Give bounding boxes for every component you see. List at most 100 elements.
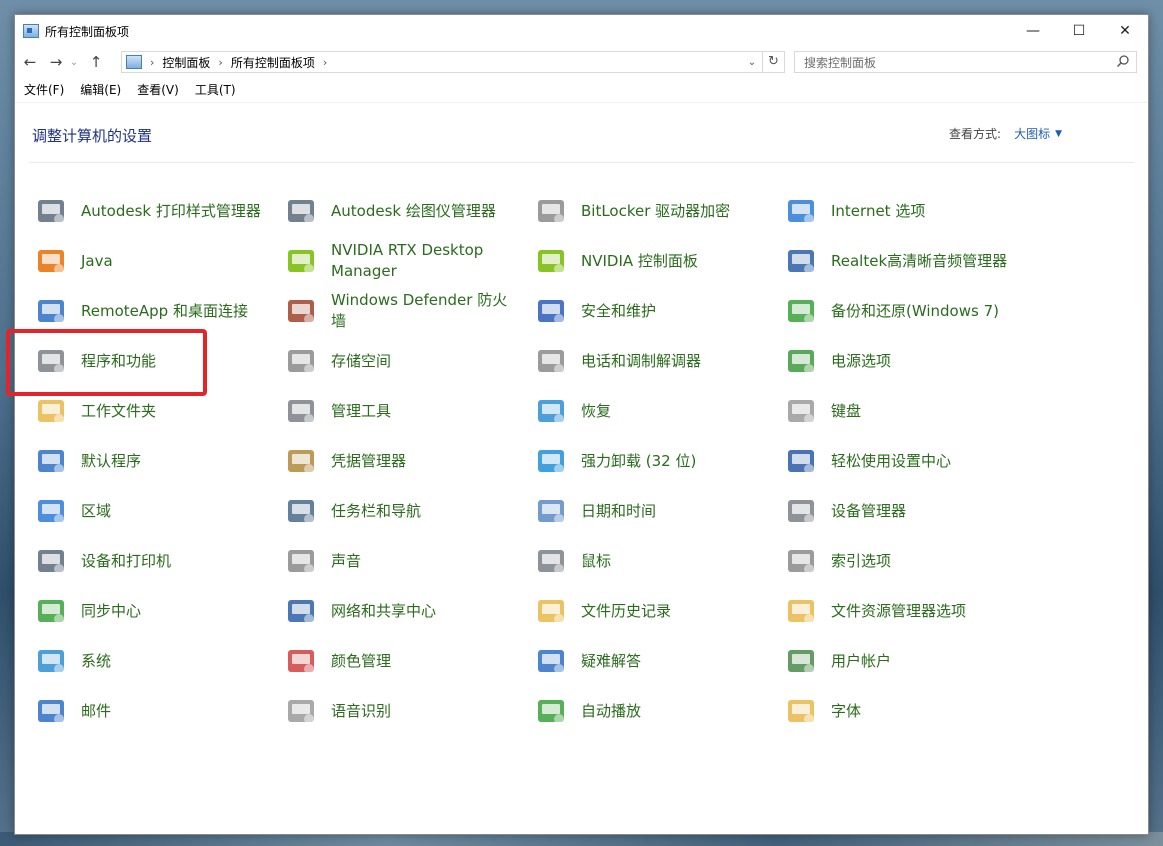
control-panel-item[interactable]: Internet 选项 [779,188,1019,234]
search-input[interactable]: 搜索控制面板 [794,51,1137,73]
sync-center-icon [33,593,69,629]
window-controls: — ☐ ✕ [1010,15,1148,47]
control-panel-window: 所有控制面板项 — ☐ ✕ ← → ⌄ ↑ › 控制面板 › 所有控制面板项 ›… [14,14,1149,835]
forward-button[interactable]: → [45,51,67,73]
control-panel-item[interactable]: 字体 [779,688,1019,734]
control-panel-item[interactable]: 系统 [29,638,269,684]
close-button[interactable]: ✕ [1102,15,1148,47]
address-bar[interactable]: › 控制面板 › 所有控制面板项 › ⌄ ↻ [121,51,785,73]
control-panel-item[interactable]: 安全和维护 [529,288,769,334]
control-panel-item[interactable]: NVIDIA RTX Desktop Manager [279,238,519,284]
control-panel-item[interactable]: 鼠标 [529,538,769,584]
sound-icon [283,543,319,579]
control-panel-item[interactable]: 默认程序 [29,438,269,484]
item-label: 鼠标 [581,551,612,570]
menu-file[interactable]: 文件(F) [24,81,64,98]
menu-edit[interactable]: 编辑(E) [80,81,121,98]
minimize-button[interactable]: — [1010,15,1056,47]
control-panel-item[interactable]: 电话和调制解调器 [529,338,769,384]
control-panel-item[interactable]: Realtek高清晰音频管理器 [779,238,1019,284]
caret-down-icon[interactable]: ▼ [1055,129,1062,139]
item-label: 颜色管理 [331,651,392,670]
control-panel-item[interactable]: 网络和共享中心 [279,588,519,634]
control-panel-item[interactable]: BitLocker 驱动器加密 [529,188,769,234]
control-panel-item[interactable]: 自动播放 [529,688,769,734]
item-label: 同步中心 [81,601,142,620]
control-panel-item[interactable]: 存储空间 [279,338,519,384]
control-panel-item[interactable]: 任务栏和导航 [279,488,519,534]
control-panel-item[interactable]: 语音识别 [279,688,519,734]
speech-recognition-icon [283,693,319,729]
item-label: 默认程序 [81,451,142,470]
navigation-bar: ← → ⌄ ↑ › 控制面板 › 所有控制面板项 › ⌄ ↻ 搜索控制面板 [15,47,1148,77]
item-label: 安全和维护 [581,301,657,320]
item-label: 恢复 [581,401,612,420]
credential-manager-icon [283,443,319,479]
control-panel-item[interactable]: 同步中心 [29,588,269,634]
control-panel-item[interactable]: 文件资源管理器选项 [779,588,1019,634]
control-panel-item[interactable]: NVIDIA 控制面板 [529,238,769,284]
ease-of-access-icon [783,443,819,479]
item-label: 区域 [81,501,112,520]
control-panel-item[interactable]: 区域 [29,488,269,534]
control-panel-item[interactable]: 程序和功能 [29,338,269,384]
admin-tools-icon [283,393,319,429]
control-panel-item[interactable]: 设备管理器 [779,488,1019,534]
control-panel-item[interactable]: 索引选项 [779,538,1019,584]
item-label: 备份和还原(Windows 7) [831,301,999,320]
chevron-down-icon[interactable]: ⌄ [742,57,762,68]
control-panel-item[interactable]: 文件历史记录 [529,588,769,634]
maximize-button[interactable]: ☐ [1056,15,1102,47]
view-by-dropdown[interactable]: 大图标 [1014,125,1050,142]
control-panel-item[interactable]: 颜色管理 [279,638,519,684]
menu-view[interactable]: 查看(V) [137,81,179,98]
java-icon [33,243,69,279]
item-label: 自动播放 [581,701,642,720]
item-label: Internet 选项 [831,201,926,220]
programs-features-icon [33,343,69,379]
back-button[interactable]: ← [19,51,41,73]
menu-tools[interactable]: 工具(T) [195,81,236,98]
title-bar[interactable]: 所有控制面板项 — ☐ ✕ [15,15,1148,47]
control-panel-item[interactable]: 设备和打印机 [29,538,269,584]
date-time-icon [533,493,569,529]
autoplay-icon [533,693,569,729]
control-panel-item[interactable]: Autodesk 绘图仪管理器 [279,188,519,234]
control-panel-item[interactable]: 声音 [279,538,519,584]
up-button[interactable]: ↑ [85,51,107,73]
control-panel-item[interactable]: 电源选项 [779,338,1019,384]
control-panel-item[interactable]: 疑难解答 [529,638,769,684]
control-panel-item[interactable]: Autodesk 打印样式管理器 [29,188,269,234]
control-panel-item[interactable]: 管理工具 [279,388,519,434]
breadcrumb-all-items[interactable]: 所有控制面板项 [231,54,315,71]
control-panel-item[interactable]: 工作文件夹 [29,388,269,434]
window-title: 所有控制面板项 [45,24,130,39]
divider [29,162,1134,163]
control-panel-item[interactable]: 强力卸载 (32 位) [529,438,769,484]
control-panel-icon [126,55,142,69]
item-label: 文件资源管理器选项 [831,601,967,620]
page-title: 调整计算机的设置 [32,127,153,145]
realtek-audio-icon [783,243,819,279]
control-panel-item[interactable]: 用户帐户 [779,638,1019,684]
control-panel-item[interactable]: 恢复 [529,388,769,434]
refresh-button[interactable]: ↻ [762,52,784,72]
breadcrumb-separator: › [322,55,328,69]
item-label: NVIDIA RTX Desktop Manager [331,241,484,280]
explorer-options-icon [783,593,819,629]
item-label: RemoteApp 和桌面连接 [81,301,248,320]
control-panel-item[interactable]: 邮件 [29,688,269,734]
control-panel-item[interactable]: 日期和时间 [529,488,769,534]
control-panel-item[interactable]: Java [29,238,269,284]
nvidia-rtx-icon [283,243,319,279]
control-panel-item[interactable]: 键盘 [779,388,1019,434]
uninstaller-icon [533,443,569,479]
item-label: BitLocker 驱动器加密 [581,201,731,220]
control-panel-item[interactable]: RemoteApp 和桌面连接 [29,288,269,334]
control-panel-item[interactable]: Windows Defender 防火墙 [279,288,519,334]
control-panel-item[interactable]: 备份和还原(Windows 7) [779,288,1019,334]
breadcrumb-control-panel[interactable]: 控制面板 [162,54,210,71]
control-panel-item[interactable]: 轻松使用设置中心 [779,438,1019,484]
control-panel-item[interactable]: 凭据管理器 [279,438,519,484]
recent-locations-button[interactable]: ⌄ [67,51,81,73]
